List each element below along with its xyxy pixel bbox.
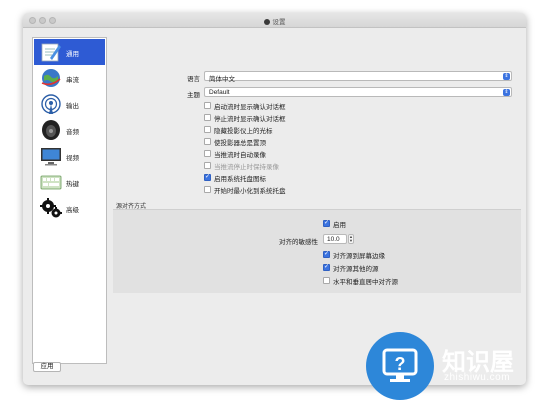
checkbox[interactable] <box>204 102 211 109</box>
checkbox[interactable] <box>204 126 211 133</box>
snap-sensitivity-label: 对齐的敏感性 <box>279 239 318 246</box>
sidebar-item-label: 输出 <box>66 103 79 110</box>
sidebar-item-output[interactable]: 输出 <box>34 91 105 117</box>
svg-text:?: ? <box>395 354 406 374</box>
checkbox <box>204 162 211 169</box>
snap-sensitivity-input[interactable]: 10.0 <box>323 234 347 244</box>
hotkeys-keyboard-icon <box>40 175 62 190</box>
option-label: 启用 <box>333 222 346 229</box>
sidebar-item-label: 高级 <box>66 207 79 214</box>
sidebar-item-label: 通用 <box>66 51 79 58</box>
option-label: 对齐源其他的源 <box>333 266 379 273</box>
obs-logo-icon <box>263 19 270 25</box>
option-label: 停止流时显示确认对话框 <box>214 116 286 123</box>
option-label: 当推流时自动录像 <box>214 152 266 159</box>
sidebar-item-label: 热键 <box>66 181 79 188</box>
watermark: ? 知识屋 zhishiwu.com <box>366 332 550 408</box>
theme-select[interactable]: Default ⇕ <box>204 87 512 97</box>
snap-sensitivity-stepper[interactable]: ▲ ▼ <box>348 234 354 244</box>
sidebar-item-advanced[interactable]: 高级 <box>34 195 105 221</box>
watermark-logo-icon: ? <box>366 332 434 400</box>
checkbox[interactable] <box>204 114 211 121</box>
window-title-container: 设置 <box>23 16 526 26</box>
settings-window: 设置 通用 串流 输出 音频 视频 热键 高级 语言 简体中文 ⇕ 主题 Def… <box>23 13 526 385</box>
checkbox[interactable] <box>204 186 211 193</box>
checkbox[interactable] <box>323 250 330 258</box>
language-select-value: 简体中文 <box>209 76 235 83</box>
title-bar: 设置 <box>23 13 526 28</box>
option-label: 使投影器总是置顶 <box>214 140 266 147</box>
sidebar-item-label: 音频 <box>66 129 79 136</box>
watermark-subtext: zhishiwu.com <box>444 372 511 383</box>
checkbox[interactable] <box>323 263 330 271</box>
output-broadcast-icon <box>41 94 61 114</box>
option-label: 水平和垂直居中对齐源 <box>333 279 398 286</box>
audio-speaker-icon <box>42 120 60 140</box>
sidebar-item-stream[interactable]: 串流 <box>34 65 105 91</box>
language-label: 语言 <box>187 76 200 83</box>
apply-button[interactable]: 应用 <box>33 362 61 372</box>
option-label: 当推流停止时保持录像 <box>214 164 279 171</box>
option-label: 启动流时显示确认对话框 <box>214 104 286 111</box>
video-monitor-icon <box>41 148 61 166</box>
option-label: 对齐源到屏幕边缘 <box>333 253 385 260</box>
sidebar-item-label: 串流 <box>66 77 79 84</box>
checkbox[interactable] <box>323 219 330 227</box>
advanced-gears-icon <box>40 198 62 218</box>
sidebar-item-hotkeys[interactable]: 热键 <box>34 169 105 195</box>
snap-sensitivity-value: 10.0 <box>327 236 340 243</box>
checkbox[interactable] <box>323 277 330 284</box>
sidebar-item-audio[interactable]: 音频 <box>34 117 105 143</box>
updown-chevron-icon: ⇕ <box>503 73 510 80</box>
theme-select-value: Default <box>209 89 230 96</box>
option-label: 隐藏投影仪上的光标 <box>214 128 273 135</box>
option-label: 启用系统托盘图标 <box>214 176 266 183</box>
settings-sidebar: 通用 串流 输出 音频 视频 热键 高级 <box>32 37 107 364</box>
stream-globe-icon <box>41 69 61 87</box>
option-label: 开始时最小化到系统托盘 <box>214 188 286 195</box>
checkbox[interactable] <box>204 150 211 157</box>
snapping-group <box>113 209 521 293</box>
updown-chevron-icon: ⇕ <box>503 89 510 96</box>
checkbox[interactable] <box>204 138 211 145</box>
window-title: 设置 <box>272 19 286 26</box>
checkbox[interactable] <box>204 173 211 181</box>
theme-label: 主题 <box>187 92 200 99</box>
general-settings-icon <box>41 43 61 62</box>
question-monitor-icon: ? <box>382 348 418 382</box>
sidebar-item-label: 视频 <box>66 155 79 162</box>
sidebar-item-video[interactable]: 视频 <box>34 143 105 169</box>
sidebar-item-general[interactable]: 通用 <box>34 39 105 65</box>
language-select[interactable]: 简体中文 ⇕ <box>204 71 512 83</box>
